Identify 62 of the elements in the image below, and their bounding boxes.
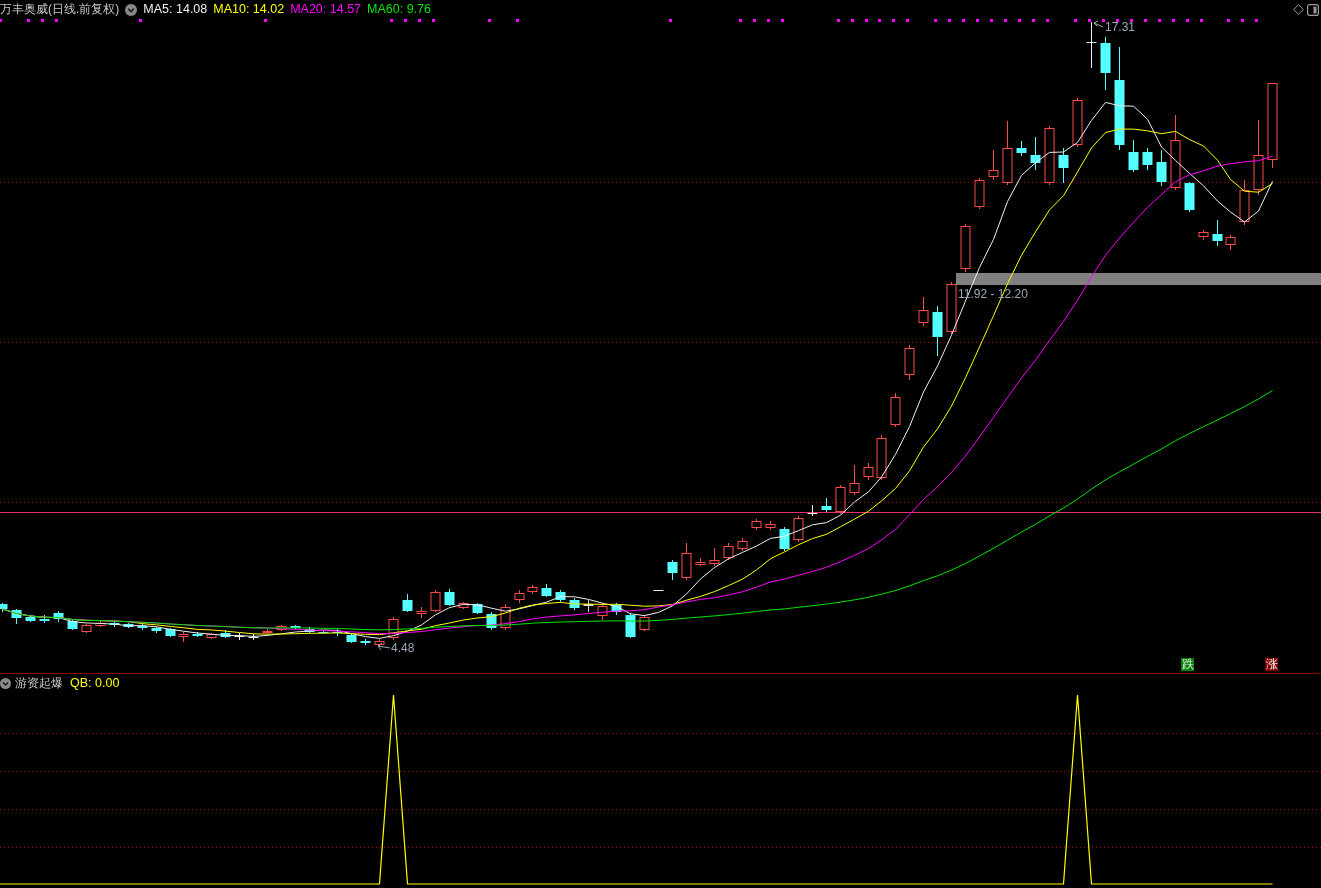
signal-marker-icon	[976, 19, 979, 22]
signal-marker-icon	[432, 19, 435, 22]
leader-arrow	[1093, 20, 1104, 28]
moving-average-value: MA5: 14.08	[143, 2, 208, 17]
high-price-label: 17.31	[1105, 21, 1136, 34]
collapse-toggle-icon[interactable]	[0, 677, 11, 689]
signal-marker-icon	[1046, 19, 1049, 22]
signal-marker-icon	[892, 19, 895, 22]
collapse-toggle-icon[interactable]	[125, 3, 138, 16]
signal-marker-icon	[1088, 19, 1091, 22]
signal-tag: 跌	[1181, 658, 1194, 671]
signal-marker-icon	[1172, 19, 1175, 22]
signal-marker-icon	[1018, 19, 1021, 22]
signal-marker-icon	[418, 19, 421, 22]
indicator-value: QB: 0.00	[70, 675, 120, 691]
signal-marker-icon	[27, 19, 30, 22]
moving-average-value: MA10: 14.02	[213, 2, 285, 17]
signal-marker-icon	[837, 19, 840, 22]
signal-marker-icon	[1200, 19, 1203, 22]
signal-marker-icon	[264, 19, 267, 22]
leader-arrow	[377, 642, 391, 651]
signal-marker-icon	[1032, 19, 1035, 22]
signal-marker-icon	[1116, 19, 1119, 22]
panel-toggle-icon[interactable]	[1307, 4, 1319, 16]
signal-marker-icon	[404, 19, 407, 22]
signal-marker-icon	[753, 19, 756, 22]
signal-marker-icon	[1158, 19, 1161, 22]
signal-marker-icon	[781, 19, 784, 22]
low-price-label: 4.48	[391, 642, 415, 655]
signal-marker-icon	[1004, 19, 1007, 22]
signal-marker-icon	[962, 19, 965, 22]
signal-marker-icon	[1102, 19, 1105, 22]
signal-marker-icon	[851, 19, 854, 22]
signal-marker-icon	[865, 19, 868, 22]
signal-marker-icon	[990, 19, 993, 22]
signal-marker-icon	[1255, 19, 1258, 22]
signal-marker-icon	[41, 19, 44, 22]
signal-tag: 涨	[1265, 658, 1278, 671]
signal-marker-icon	[1227, 19, 1230, 22]
signal-marker-icon	[139, 19, 142, 22]
signal-marker-icon	[55, 19, 58, 22]
signal-marker-icon	[488, 19, 491, 22]
signal-marker-icon	[878, 19, 881, 22]
signal-marker-icon	[948, 19, 951, 22]
moving-average-value: MA20: 14.57	[290, 2, 362, 17]
signal-marker-icon	[767, 19, 770, 22]
signal-marker-icon	[516, 19, 519, 22]
signal-marker-icon	[1130, 19, 1133, 22]
moving-average-value: MA60: 9.76	[367, 2, 431, 17]
signal-marker-icon	[1241, 19, 1244, 22]
signal-marker-icon	[906, 19, 909, 22]
signal-marker-icon	[669, 19, 672, 22]
signal-marker-icon	[390, 19, 393, 22]
signal-marker-icon	[1074, 19, 1077, 22]
signal-marker-icon	[1144, 19, 1147, 22]
signal-marker-icon	[739, 19, 742, 22]
diamond-icon[interactable]	[1293, 4, 1304, 15]
indicator-title: 游资起爆	[15, 675, 63, 691]
signal-marker-icon	[934, 19, 937, 22]
signal-marker-icon	[0, 19, 2, 22]
signal-marker-icon	[1186, 19, 1189, 22]
chart-title: 万丰奥威(日线.前复权)	[0, 2, 120, 17]
